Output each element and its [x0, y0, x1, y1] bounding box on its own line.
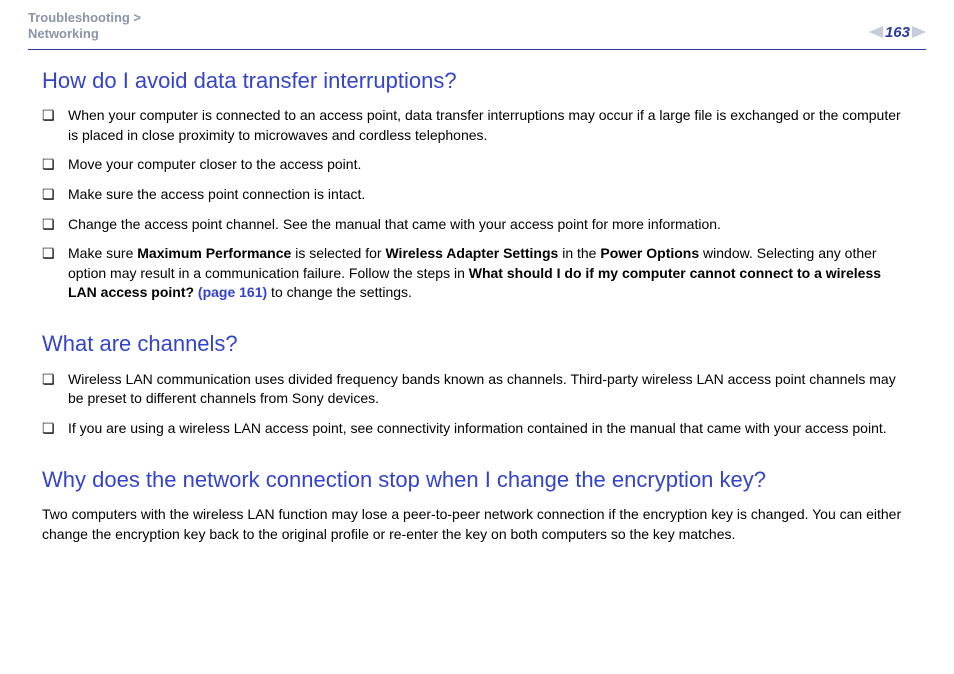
prev-page-icon[interactable]	[869, 26, 883, 38]
section1-list: When your computer is connected to an ac…	[42, 106, 912, 313]
page-number: 163	[885, 22, 910, 43]
header-rule	[28, 49, 926, 50]
page-content: How do I avoid data transfer interruptio…	[28, 66, 926, 545]
list-item-text-part: in the	[558, 245, 600, 261]
bold-text: Power Options	[600, 245, 699, 261]
section-heading-2: What are channels?	[42, 329, 912, 360]
list-item: Make sure Maximum Performance is selecte…	[42, 244, 912, 313]
section3-body: Two computers with the wireless LAN func…	[42, 505, 912, 544]
cross-reference-link[interactable]: (page 161)	[194, 284, 267, 300]
list-item: When your computer is connected to an ac…	[42, 106, 912, 155]
list-item-text: Make sure the access point connection is…	[68, 186, 365, 202]
next-page-icon[interactable]	[912, 26, 926, 38]
list-item-text-part: Make sure	[68, 245, 137, 261]
list-item-text-part: to change the settings.	[267, 284, 412, 300]
page-header: Troubleshooting > Networking 163	[28, 0, 926, 49]
list-item: Make sure the access point connection is…	[42, 185, 912, 215]
page-nav: 163	[869, 22, 926, 43]
list-item: If you are using a wireless LAN access p…	[42, 419, 912, 449]
list-item: Change the access point channel. See the…	[42, 215, 912, 245]
list-item-text: When your computer is connected to an ac…	[68, 107, 901, 143]
section-heading-1: How do I avoid data transfer interruptio…	[42, 66, 912, 97]
bold-text: Maximum Performance	[137, 245, 291, 261]
section-heading-3: Why does the network connection stop whe…	[42, 465, 912, 496]
list-item-text: Change the access point channel. See the…	[68, 216, 721, 232]
breadcrumb-line1: Troubleshooting >	[28, 10, 141, 25]
breadcrumb: Troubleshooting > Networking	[28, 10, 141, 43]
list-item-text: Wireless LAN communication uses divided …	[68, 371, 896, 407]
manual-page: Troubleshooting > Networking 163 How do …	[0, 0, 954, 674]
list-item-text-part: is selected for	[291, 245, 385, 261]
list-item-text: Move your computer closer to the access …	[68, 156, 361, 172]
bold-text: Wireless Adapter Settings	[385, 245, 558, 261]
list-item: Move your computer closer to the access …	[42, 155, 912, 185]
breadcrumb-line2: Networking	[28, 26, 99, 41]
section2-list: Wireless LAN communication uses divided …	[42, 370, 912, 449]
list-item: Wireless LAN communication uses divided …	[42, 370, 912, 419]
list-item-text: If you are using a wireless LAN access p…	[68, 420, 887, 436]
